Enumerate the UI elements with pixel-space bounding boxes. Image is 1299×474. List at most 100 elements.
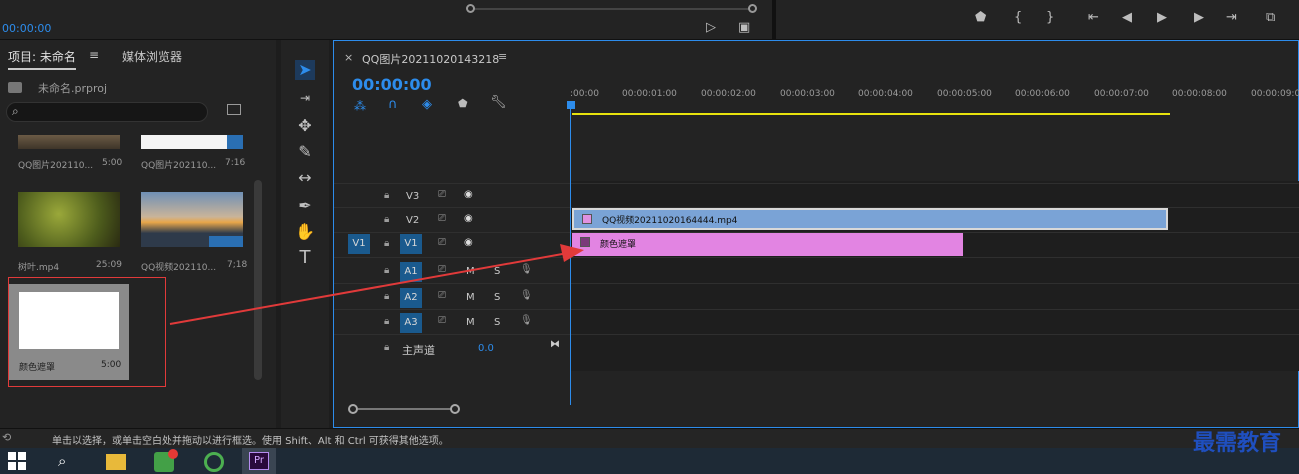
solo-button[interactable]: S <box>494 266 500 277</box>
start-icon[interactable] <box>8 452 26 470</box>
lock-icon[interactable]: 🔒︎ <box>384 316 389 327</box>
project-item[interactable]: QQ图片202110... 7:16 <box>141 135 246 185</box>
source-timecode[interactable]: 00:00:00 <box>2 22 51 35</box>
close-icon[interactable]: × <box>344 51 353 64</box>
lock-icon[interactable]: 🔒︎ <box>384 214 389 225</box>
microphone-icon[interactable]: 🎙︎ <box>520 264 533 275</box>
microphone-icon[interactable]: 🎙︎ <box>520 290 533 301</box>
sync-lock-icon[interactable]: ⎚ <box>438 189 446 200</box>
track-label: V3 <box>406 191 420 202</box>
track-select-icon[interactable]: ⇥ <box>295 88 315 108</box>
thumbnail <box>18 135 120 149</box>
sync-lock-icon[interactable]: ⎚ <box>438 290 446 301</box>
slip-tool-icon[interactable]: ↔ <box>295 168 315 188</box>
status-text: 单击以选择，或单击空白处并拖动以进行框选。使用 Shift、Alt 和 Ctrl… <box>52 436 449 447</box>
pen-tool-icon[interactable]: ✒ <box>295 196 315 216</box>
master-volume-value[interactable]: 0.0 <box>478 343 494 354</box>
solo-button[interactable]: S <box>494 292 500 303</box>
track-target-a3[interactable]: A3 <box>400 313 422 333</box>
scroll-start-handle[interactable] <box>466 4 475 13</box>
file-explorer-icon[interactable] <box>106 454 126 470</box>
notification-badge-icon <box>168 449 178 459</box>
snap-icon[interactable]: ∩ <box>388 97 398 112</box>
project-item[interactable]: QQ视频202110... 7;18 <box>141 192 247 273</box>
tab-media-browser[interactable]: 媒体浏览器 <box>122 48 182 65</box>
track-a3: 🔒︎ A3 ⎚ M S 🎙︎ <box>334 311 570 335</box>
clip-color-matte[interactable]: 颜色遮罩 <box>572 233 963 256</box>
eye-icon[interactable]: ◉ <box>464 237 473 248</box>
sync-lock-icon[interactable]: ⎚ <box>438 315 446 326</box>
item-duration: 7;18 <box>227 260 248 270</box>
project-item[interactable]: 树叶.mp4 25:09 <box>18 192 122 273</box>
razor-icon[interactable]: ✎ <box>295 142 315 162</box>
hand-tool-icon[interactable]: ✋ <box>295 222 315 242</box>
mark-out-icon[interactable]: } <box>1046 10 1054 25</box>
track-v1: V1 🔒︎ V1 ⎚ ◉ <box>334 233 570 257</box>
selection-tool-icon[interactable]: ➤ <box>295 60 315 80</box>
step-back-icon[interactable]: ◀ <box>1122 10 1132 25</box>
eye-icon[interactable]: ◉ <box>464 213 473 224</box>
project-scrollbar[interactable] <box>254 180 262 380</box>
scroll-end-handle[interactable] <box>748 4 757 13</box>
source-patch-v1[interactable]: V1 <box>348 234 370 254</box>
go-to-in-icon[interactable]: ⇤ <box>1088 10 1099 25</box>
export-frame-icon[interactable]: ▣ <box>738 20 750 35</box>
browser-icon[interactable] <box>204 452 224 472</box>
fx-icon <box>582 214 592 224</box>
premiere-taskbar-item[interactable]: Pr <box>242 448 276 474</box>
microphone-icon[interactable]: 🎙︎ <box>520 315 533 326</box>
panel-menu-icon[interactable]: ≡ <box>89 48 99 62</box>
master-track-label: 主声道 <box>402 344 435 357</box>
go-to-end-icon[interactable]: ⧓ <box>550 339 560 350</box>
solo-button[interactable]: S <box>494 317 500 328</box>
clip-name: 颜色遮罩 <box>600 240 637 250</box>
item-duration: 7:16 <box>225 158 246 168</box>
tab-project[interactable]: 项目: 未命名 <box>8 48 76 70</box>
marker-icon[interactable]: ⬟ <box>975 10 986 25</box>
play-icon[interactable]: ▶ <box>1157 10 1167 25</box>
clip-video[interactable]: QQ视频20211020164444.mp4 <box>572 208 1168 230</box>
playhead[interactable] <box>570 105 571 405</box>
step-forward-icon[interactable]: ▶ <box>1194 10 1204 25</box>
lock-icon[interactable]: 🔒︎ <box>384 190 389 201</box>
highlight-box <box>8 277 166 387</box>
lock-icon[interactable]: 🔒︎ <box>384 265 389 276</box>
timeline-zoom-scrollbar[interactable] <box>348 404 460 414</box>
mute-button[interactable]: M <box>466 317 475 328</box>
sequence-tab[interactable]: QQ图片20211020143218 <box>362 51 499 67</box>
nest-icon[interactable]: ⁂ <box>354 99 366 113</box>
track-target-a2[interactable]: A2 <box>400 288 422 308</box>
wrench-icon[interactable]: 🔧︎ <box>490 95 507 110</box>
add-marker-icon[interactable]: ⬟ <box>458 97 468 110</box>
search-input[interactable] <box>6 102 208 122</box>
ruler-label: 00:00:01:00 <box>622 89 677 99</box>
new-bin-icon[interactable] <box>227 104 241 115</box>
lock-icon[interactable]: 🔒︎ <box>384 342 389 353</box>
lock-icon[interactable]: 🔒︎ <box>384 238 389 249</box>
item-name: 树叶.mp4 <box>18 263 60 273</box>
source-zoom-scrollbar[interactable] <box>466 4 766 14</box>
track-target-v1[interactable]: V1 <box>400 234 422 254</box>
export-icon[interactable]: ⧉ <box>1266 10 1275 25</box>
eye-icon[interactable]: ◉ <box>464 189 473 200</box>
timeline-timecode[interactable]: 00:00:00 <box>352 75 432 94</box>
type-tool-icon[interactable]: T <box>295 248 315 268</box>
ripple-edit-icon[interactable]: ✥ <box>295 116 315 136</box>
sync-lock-icon[interactable]: ⎚ <box>438 213 446 224</box>
track-target-a1[interactable]: A1 <box>400 262 422 282</box>
mark-in-icon[interactable]: { <box>1014 10 1022 25</box>
mute-button[interactable]: M <box>466 266 475 277</box>
mute-button[interactable]: M <box>466 292 475 303</box>
linked-selection-icon[interactable]: ◈ <box>422 97 432 112</box>
go-to-out-icon[interactable]: ⇥ <box>1226 10 1237 25</box>
lock-icon[interactable]: 🔒︎ <box>384 291 389 302</box>
search-icon[interactable]: ⌕ <box>58 452 66 470</box>
work-area-bar[interactable] <box>572 113 1170 115</box>
project-item[interactable]: QQ图片202110... 5:00 <box>18 135 122 185</box>
sync-lock-icon[interactable]: ⎚ <box>438 237 446 248</box>
insert-icon[interactable]: ▷ <box>706 20 716 35</box>
panel-menu-icon[interactable]: ≡ <box>498 50 507 63</box>
sync-lock-icon[interactable]: ⎚ <box>438 264 446 275</box>
folder-icon <box>8 82 22 93</box>
playhead-handle[interactable] <box>567 101 575 109</box>
